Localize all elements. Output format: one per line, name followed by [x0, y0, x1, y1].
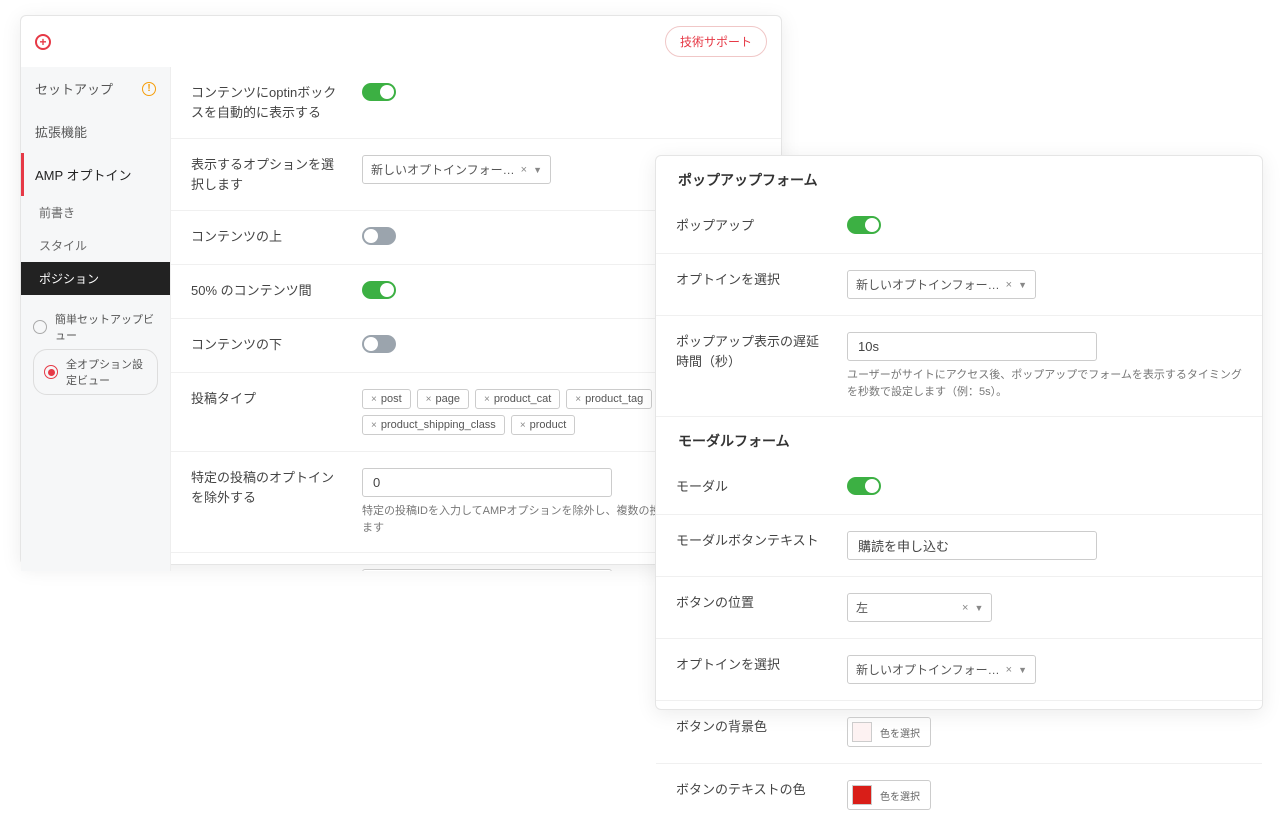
topbar: + 技術サポート: [21, 16, 781, 67]
clear-icon[interactable]: ×: [1006, 279, 1012, 291]
modal-button-text-input[interactable]: [847, 531, 1097, 560]
sidebar-item-extensions[interactable]: 拡張機能: [21, 110, 170, 153]
warning-icon: !: [142, 82, 156, 96]
add-icon[interactable]: +: [35, 34, 51, 50]
sidebar-sub-intro[interactable]: 前書き: [21, 196, 170, 229]
field-label: コンテンツにoptinボックスを自動的に表示する: [191, 83, 346, 122]
field-label: ボタンのテキストの色: [676, 780, 831, 800]
bg-color-picker[interactable]: 色を選択: [847, 717, 931, 747]
tag-remove-icon[interactable]: ×: [426, 394, 432, 405]
post-type-tag[interactable]: ×product_tag: [566, 389, 652, 409]
popup-optin-select[interactable]: 新しいオプトインフォー… × ▼: [847, 270, 1036, 299]
sidebar-sub-position[interactable]: ポジション: [21, 262, 170, 295]
field-label: モーダル: [676, 477, 831, 497]
field-label: 50% のコンテンツ間: [191, 281, 346, 301]
sidebar: セットアップ ! 拡張機能 AMP オプトイン 前書き スタイル ポジション 簡…: [21, 67, 171, 571]
chevron-down-icon: ▼: [1018, 665, 1027, 675]
post-type-tag[interactable]: ×product_cat: [475, 389, 560, 409]
modal-toggle[interactable]: [847, 477, 881, 495]
exclude-posts-input[interactable]: [362, 468, 612, 497]
field-label: 特定の投稿のオプトインを除外する: [191, 468, 346, 507]
view-simple-radio[interactable]: 簡単セットアップビュー: [33, 305, 158, 349]
clear-icon[interactable]: ×: [962, 602, 968, 614]
exclude-pages-input[interactable]: [362, 569, 612, 571]
between-50-toggle[interactable]: [362, 281, 396, 299]
select-value: 新しいオプトインフォー…: [856, 661, 1000, 678]
sidebar-item-amp-optin[interactable]: AMP オプトイン: [21, 153, 170, 196]
select-value: 左: [856, 599, 956, 616]
tag-remove-icon[interactable]: ×: [371, 394, 377, 405]
color-swatch: [852, 785, 872, 805]
tag-remove-icon[interactable]: ×: [371, 420, 377, 431]
view-mode-group: 簡単セットアップビュー 全オプション設定ビュー: [21, 295, 170, 405]
field-label: 投稿タイプ: [191, 389, 346, 409]
view-all-radio[interactable]: 全オプション設定ビュー: [33, 349, 158, 395]
popup-delay-input[interactable]: [847, 332, 1097, 361]
chevron-down-icon: ▼: [1018, 280, 1027, 290]
popup-toggle[interactable]: [847, 216, 881, 234]
radio-label: 簡単セットアップビュー: [55, 311, 158, 343]
sidebar-item-setup[interactable]: セットアップ !: [21, 67, 170, 110]
field-label: 特定のページのオプトインを除外する: [191, 569, 346, 571]
chevron-down-icon: ▼: [533, 165, 542, 175]
field-label: ボタンの位置: [676, 593, 831, 613]
sidebar-sub-style[interactable]: スタイル: [21, 229, 170, 262]
field-label: オプトインを選択: [676, 655, 831, 675]
post-type-tag[interactable]: ×post: [362, 389, 411, 409]
text-color-picker[interactable]: 色を選択: [847, 780, 931, 810]
modal-position-select[interactable]: 左 × ▼: [847, 593, 992, 622]
auto-show-toggle[interactable]: [362, 83, 396, 101]
color-pick-label: 色を選択: [880, 788, 920, 803]
section-header-modal: モーダルフォーム: [656, 417, 1262, 461]
select-value: 新しいオプトインフォー…: [371, 161, 515, 178]
above-content-toggle[interactable]: [362, 227, 396, 245]
post-type-tag[interactable]: ×product_shipping_class: [362, 415, 505, 435]
below-content-toggle[interactable]: [362, 335, 396, 353]
sidebar-label: セットアップ: [35, 79, 113, 98]
field-label: コンテンツの下: [191, 335, 346, 355]
tag-remove-icon[interactable]: ×: [484, 394, 490, 405]
field-label: ボタンの背景色: [676, 717, 831, 737]
tag-remove-icon[interactable]: ×: [575, 394, 581, 405]
help-text: ユーザーがサイトにアクセス後、ポップアップでフォームを表示するタイミングを秒数で…: [847, 367, 1242, 400]
field-label: ポップアップ表示の遅延時間（秒）: [676, 332, 831, 371]
section-header-popup: ポップアップフォーム: [656, 156, 1262, 200]
select-value: 新しいオプトインフォー…: [856, 276, 1000, 293]
modal-optin-select[interactable]: 新しいオプトインフォー… × ▼: [847, 655, 1036, 684]
post-type-tag[interactable]: ×product: [511, 415, 576, 435]
radio-label: 全オプション設定ビュー: [66, 356, 147, 388]
clear-icon[interactable]: ×: [1006, 664, 1012, 676]
settings-panel-right: ポップアップフォーム ポップアップ オプトインを選択 新しいオプトインフォー… …: [655, 155, 1263, 710]
tag-remove-icon[interactable]: ×: [520, 420, 526, 431]
clear-icon[interactable]: ×: [521, 164, 527, 176]
post-type-tag[interactable]: ×page: [417, 389, 469, 409]
chevron-down-icon: ▼: [974, 603, 983, 613]
field-label: 表示するオプションを選択します: [191, 155, 346, 194]
radio-icon: [33, 320, 47, 334]
radio-icon: [44, 365, 58, 379]
color-pick-label: 色を選択: [880, 725, 920, 740]
field-label: ポップアップ: [676, 216, 831, 236]
field-label: オプトインを選択: [676, 270, 831, 290]
field-label: コンテンツの上: [191, 227, 346, 247]
option-select[interactable]: 新しいオプトインフォー… × ▼: [362, 155, 551, 184]
support-button[interactable]: 技術サポート: [665, 26, 767, 57]
color-swatch: [852, 722, 872, 742]
field-label: モーダルボタンテキスト: [676, 531, 831, 551]
